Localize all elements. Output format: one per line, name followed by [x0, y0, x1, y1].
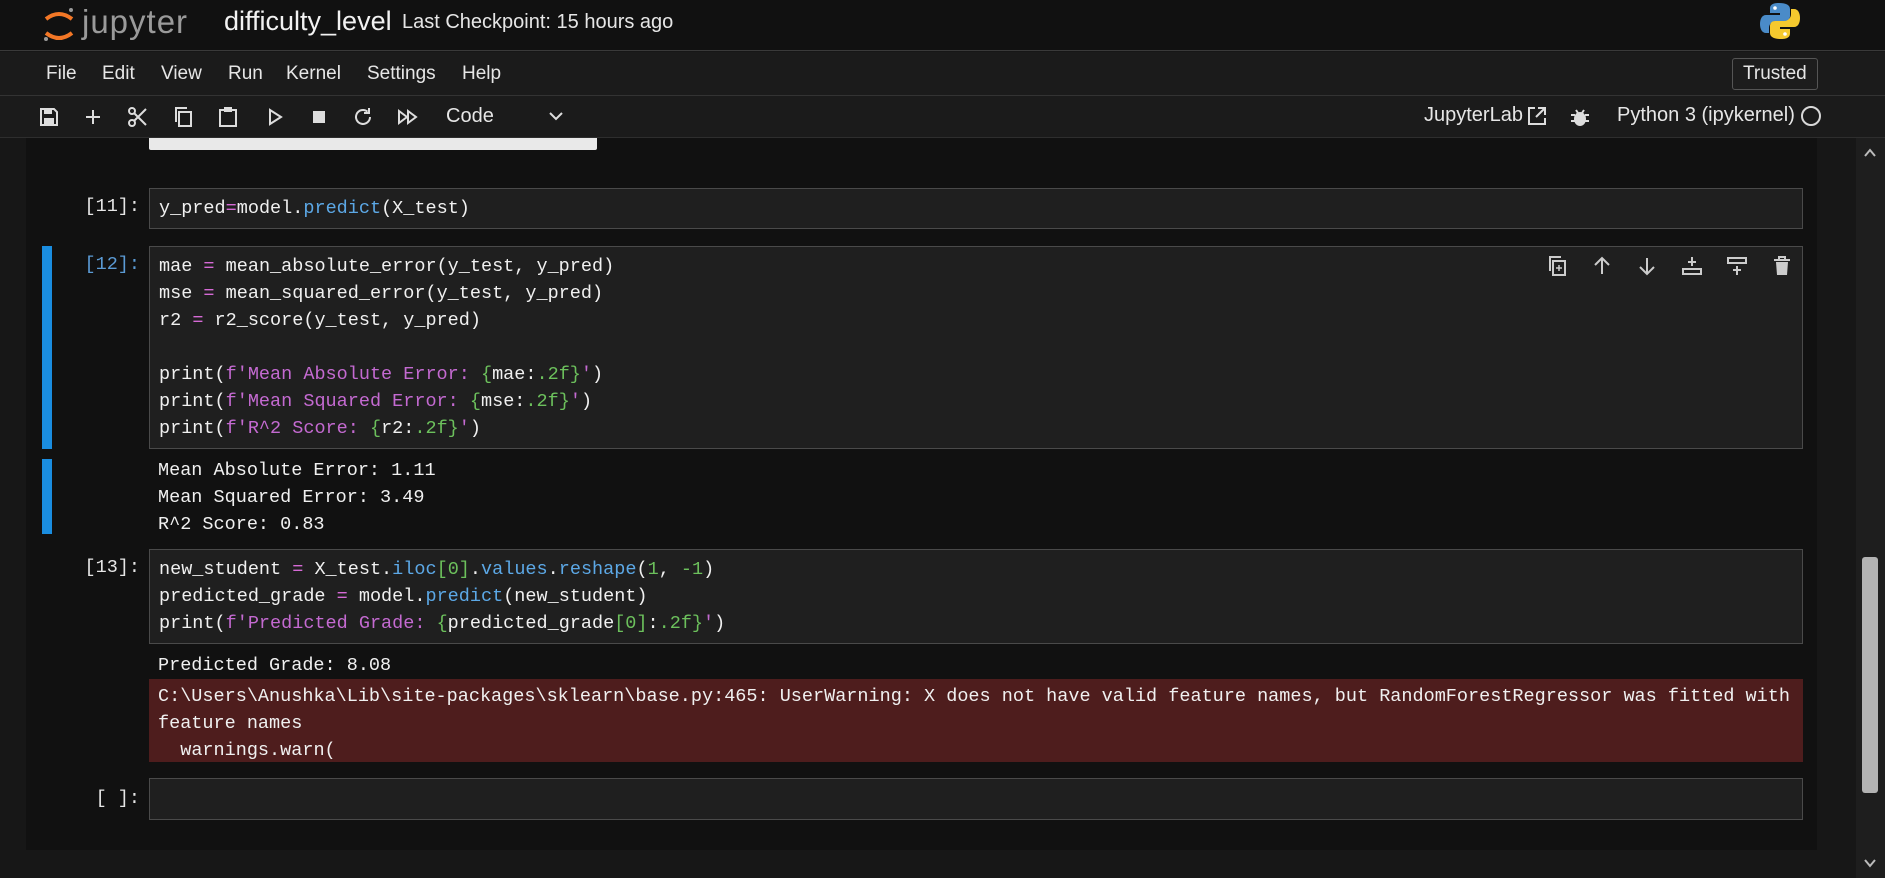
- run-icon[interactable]: [262, 105, 286, 129]
- menu-view[interactable]: View: [161, 63, 202, 85]
- python-logo-icon: [1759, 0, 1801, 42]
- insert-below-icon[interactable]: [1680, 254, 1704, 278]
- code-line: predicted_grade = model.predict(new_stud…: [159, 586, 648, 607]
- active-cell-indicator[interactable]: [42, 246, 52, 449]
- cut-icon[interactable]: [126, 105, 150, 129]
- move-down-icon[interactable]: [1635, 254, 1659, 278]
- code-line: r2 = r2_score(y_test, y_pred): [159, 310, 481, 331]
- code-cell-input[interactable]: y_pred=model.predict(X_test): [149, 188, 1803, 229]
- jupyter-logo[interactable]: jupyter: [42, 2, 188, 42]
- insert-above-icon[interactable]: [1725, 254, 1749, 278]
- trusted-button[interactable]: Trusted: [1732, 58, 1818, 90]
- menu-run[interactable]: Run: [228, 63, 263, 85]
- code-line: print(f'Mean Squared Error: {mse:.2f}'): [159, 391, 593, 412]
- add-cell-icon[interactable]: [81, 105, 105, 129]
- menu-edit[interactable]: Edit: [102, 63, 135, 85]
- scrollbar-thumb[interactable]: [1862, 557, 1878, 793]
- output-line: Predicted Grade: 8.08: [158, 655, 392, 676]
- kernel-name[interactable]: Python 3 (ipykernel): [1617, 104, 1795, 127]
- code-line: print(f'Mean Absolute Error: {mae:.2f}'): [159, 364, 604, 385]
- delete-icon[interactable]: [1770, 254, 1794, 278]
- save-icon[interactable]: [37, 105, 61, 129]
- notebook-title[interactable]: difficulty_level: [224, 6, 392, 37]
- external-link-icon[interactable]: [1526, 105, 1548, 127]
- cell-prompt: [ ]:: [95, 788, 140, 809]
- chevron-down-icon[interactable]: [546, 105, 566, 127]
- warning-output: C:\Users\Anushka\Lib\site-packages\sklea…: [149, 679, 1803, 762]
- cell-prompt: [13]:: [84, 557, 140, 578]
- active-output-indicator[interactable]: [42, 459, 52, 534]
- menubar: File Edit View Run Kernel Settings Help …: [0, 52, 1885, 96]
- previous-cell-output-fragment: [149, 138, 597, 150]
- paste-icon[interactable]: [216, 105, 240, 129]
- menu-kernel[interactable]: Kernel: [286, 63, 341, 85]
- scroll-down-icon[interactable]: [1862, 856, 1878, 870]
- cell-output: Mean Absolute Error: 1.11 Mean Squared E…: [149, 457, 1803, 538]
- code-line: print(f'R^2 Score: {r2:.2f}'): [159, 418, 482, 439]
- cell-prompt: [12]:: [84, 254, 140, 275]
- menu-file[interactable]: File: [46, 63, 77, 85]
- code-line: mae = mean_absolute_error(y_test, y_pred…: [159, 256, 615, 277]
- copy-icon[interactable]: [171, 105, 195, 129]
- output-line: Mean Squared Error: 3.49: [158, 487, 425, 508]
- code-line: mse = mean_squared_error(y_test, y_pred): [159, 283, 604, 304]
- debugger-bug-icon[interactable]: [1568, 105, 1592, 129]
- jupyter-logo-text: jupyter: [82, 3, 189, 40]
- top-header: jupyter difficulty_level Last Checkpoint…: [0, 0, 1885, 51]
- restart-icon[interactable]: [351, 105, 375, 129]
- code-line: new_student = X_test.iloc[0].values.resh…: [159, 559, 715, 580]
- menu-help[interactable]: Help: [462, 63, 501, 85]
- cell-prompt: [11]:: [84, 196, 140, 217]
- run-all-icon[interactable]: [396, 105, 420, 129]
- stop-icon[interactable]: [307, 105, 331, 129]
- duplicate-icon[interactable]: [1545, 254, 1569, 278]
- code-cell-input[interactable]: new_student = X_test.iloc[0].values.resh…: [149, 549, 1803, 644]
- cell-output: Predicted Grade: 8.08: [149, 652, 1803, 679]
- output-line: Mean Absolute Error: 1.11: [158, 460, 436, 481]
- cell-toolbar: [1545, 254, 1815, 278]
- jupyter-logo-icon: [42, 5, 76, 41]
- notebook-toolbar: Code JupyterLab Python 3 (ipykernel): [0, 96, 1885, 138]
- kernel-status-icon: [1801, 106, 1821, 126]
- jupyterlab-link[interactable]: JupyterLab: [1424, 104, 1523, 127]
- empty-code-cell[interactable]: [149, 778, 1803, 820]
- output-line: R^2 Score: 0.83: [158, 514, 325, 535]
- code-line: y_pred=model.predict(X_test): [159, 198, 470, 219]
- checkpoint-status: Last Checkpoint: 15 hours ago: [402, 11, 674, 33]
- move-up-icon[interactable]: [1590, 254, 1614, 278]
- scroll-up-icon[interactable]: [1862, 146, 1878, 160]
- code-line: print(f'Predicted Grade: {predicted_grad…: [159, 613, 726, 634]
- menu-settings[interactable]: Settings: [367, 63, 436, 85]
